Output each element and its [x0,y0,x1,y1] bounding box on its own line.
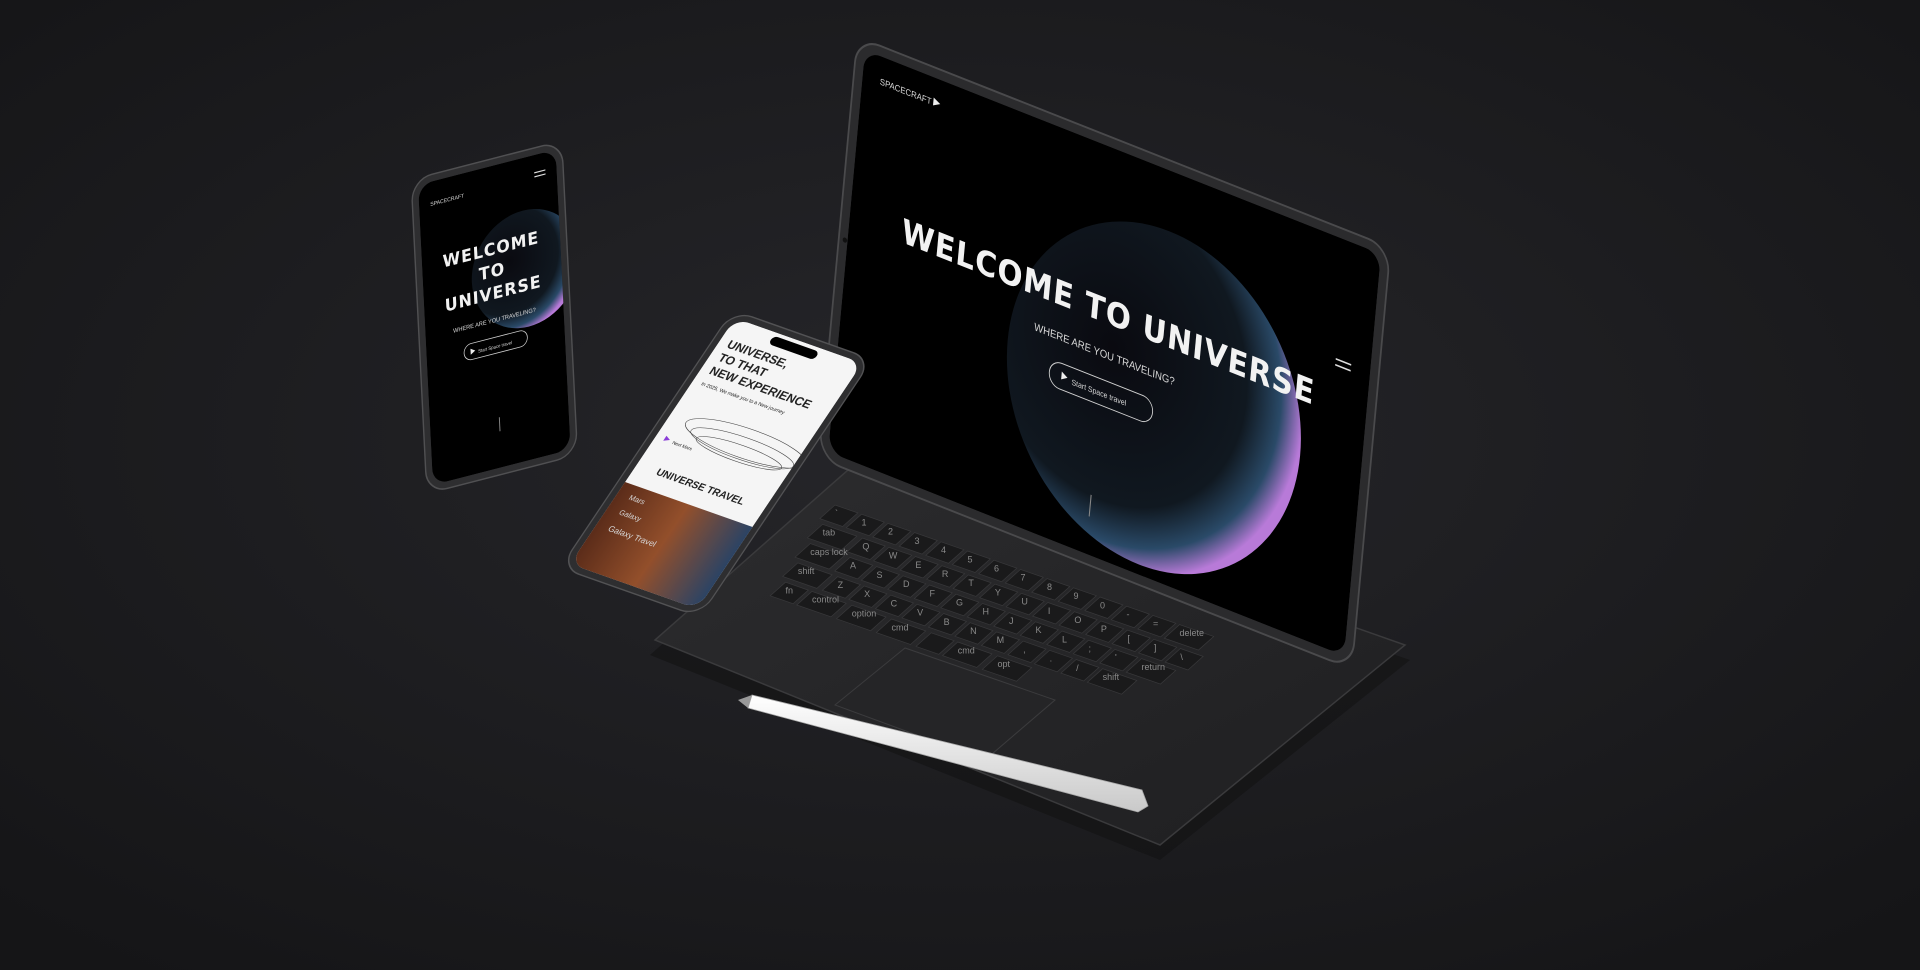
keyboard-key-label: 0 [1100,600,1105,610]
keyboard-key-label: control [812,595,839,605]
keyboard-key-label: ` [835,508,838,518]
keyboard-key-label: shift [798,566,815,576]
keyboard-key-label: caps lock [810,547,848,557]
keyboard-key-label: 2 [888,527,893,537]
keyboard-key-label: P [1101,624,1107,634]
keyboard-key-label: ] [1154,643,1157,653]
keyboard-key-label: 4 [941,545,946,555]
keyboard-key-label: 8 [1047,582,1052,592]
keyboard-key-label: . [1050,654,1053,664]
keyboard-key-label: I [1048,606,1051,616]
keyboard-key-label: S [876,570,882,580]
keyboard-key-label: ' [1115,653,1117,663]
keyboard-key-label: R [942,569,949,579]
keyboard-key-label: 5 [967,554,972,564]
keyboard-key-label: A [850,561,856,571]
keyboard-key-label: , [1023,644,1026,654]
keyboard-key-label: Z [838,580,844,590]
keyboard-key-label: = [1153,619,1158,629]
keyboard-key-label: U [1021,597,1028,607]
keyboard-key-label: O [1074,615,1081,625]
phone-left-device: SPACECRAFT WELCOME TO UNIVERSE WHERE ARE… [411,144,578,490]
keyboard-key-label: 7 [1020,573,1025,583]
keyboard-key-label: ; [1088,643,1091,653]
keyboard-key-label: Y [995,587,1001,597]
keyboard-key-label: 9 [1073,591,1078,601]
keyboard-key-label: cmd [891,622,908,632]
keyboard-key-label: T [968,578,974,588]
device-mockup-scene: `1234567890-=deletetabQWERTYUIOP[]\caps … [0,0,1920,970]
keyboard-key-label: L [1062,634,1067,644]
keyboard-key-label: W [889,551,898,561]
keyboard-key-label: F [929,588,935,598]
keyboard-key-label: return [1141,662,1165,672]
keyboard-key-label: G [956,597,963,607]
keyboard-key-label: E [915,560,921,570]
keyboard-key-label: tab [823,528,836,538]
keyboard-key-label: 1 [861,517,866,527]
keyboard-key-label: N [970,626,977,636]
keyboard-key-label: B [944,617,950,627]
keyboard-key-label: shift [1103,672,1120,682]
keyboard-key-label: fn [785,585,793,595]
keyboard-key-label: delete [1179,628,1204,638]
keyboard-key-label: - [1126,609,1129,619]
keyboard-key-label: 6 [994,563,999,573]
keyboard-key-label: K [1035,625,1041,635]
keyboard-key-label: H [982,607,989,617]
keyboard-key-label: option [852,608,877,618]
keyboard-key-label: J [1009,616,1014,626]
keyboard-key-label: C [891,598,898,608]
keyboard-key-label: X [864,589,870,599]
keyboard-key-label: cmd [958,645,975,655]
keyboard-key-label: opt [997,659,1010,669]
keyboard-key-label: M [997,635,1005,645]
keyboard-key-label: 3 [914,536,919,546]
keyboard-key-label: D [903,579,910,589]
keyboard-key-label: Q [862,541,869,551]
keyboard-key-label: V [917,608,923,618]
